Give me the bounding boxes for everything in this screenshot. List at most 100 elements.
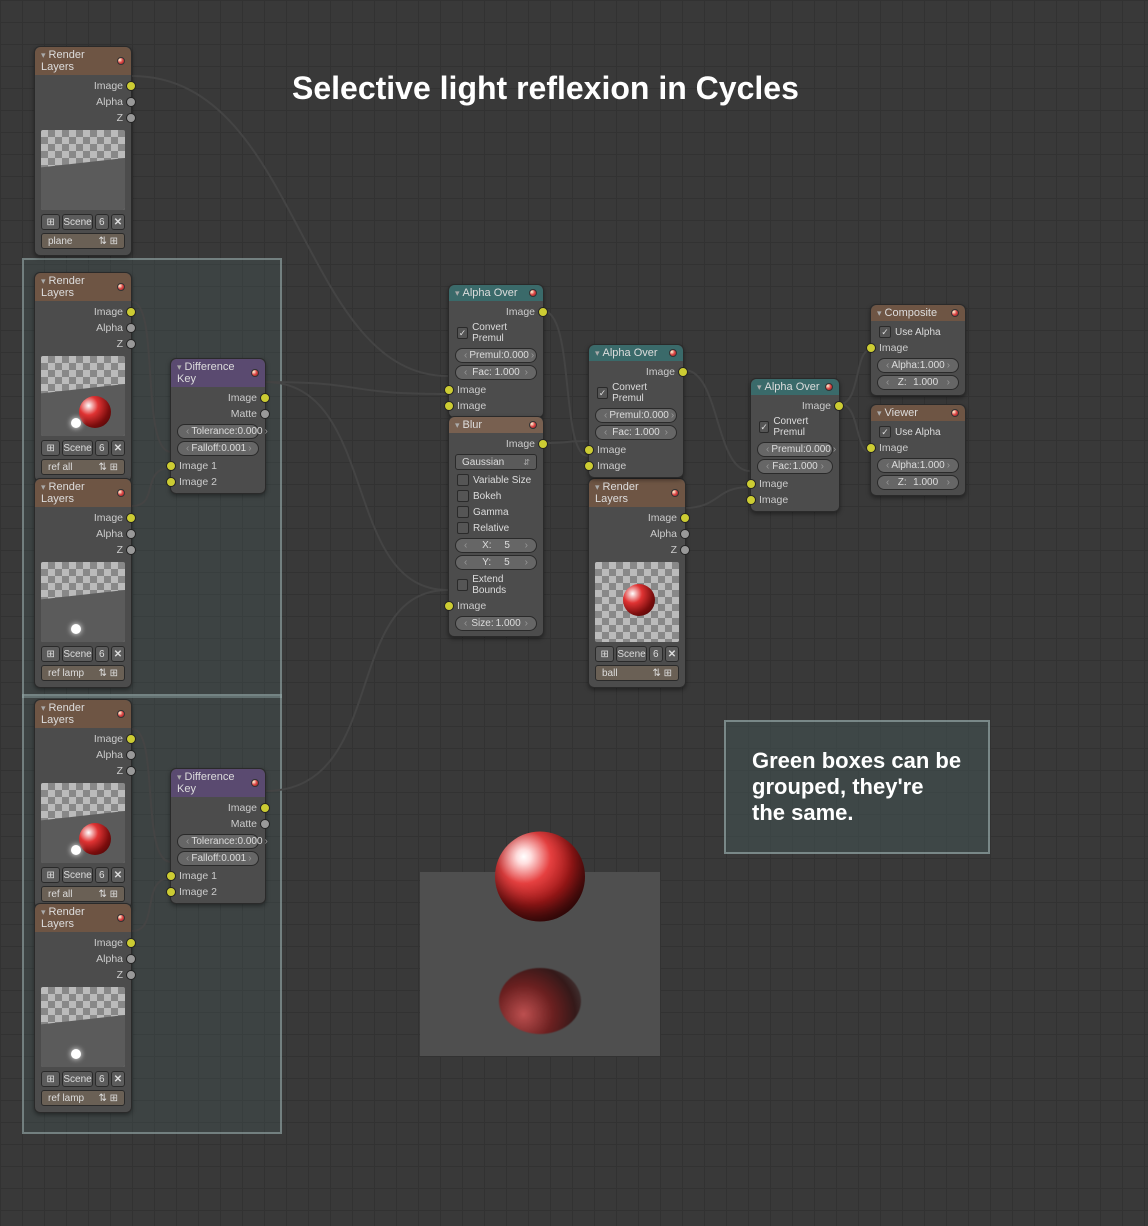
layer-select[interactable]: ball⇅ ⊞ [595,665,679,681]
checkbox-convert-premul[interactable] [597,387,608,399]
socket-matte-out[interactable] [260,819,270,829]
alpha-field[interactable]: Alpha:1.000 [877,458,959,473]
node-header[interactable]: ▾Alpha Over [589,345,683,361]
socket-image-in-1[interactable] [444,385,454,395]
socket-alpha-out[interactable] [680,529,690,539]
socket-z-out[interactable] [126,545,136,555]
socket-image-in-2[interactable] [746,495,756,505]
checkbox-bokeh[interactable] [457,490,469,502]
socket-image-out[interactable] [126,81,136,91]
socket-image-out[interactable] [126,938,136,948]
node-alpha-over-3[interactable]: ▾Alpha Over Image Convert Premul Premul:… [750,378,840,512]
socket-image1-in[interactable] [166,871,176,881]
socket-image-out[interactable] [126,734,136,744]
scene-browse-icon[interactable]: ⊞ [41,867,60,883]
fac-field[interactable]: Fac:1.000 [595,425,677,440]
z-field[interactable]: Z:1.000 [877,475,959,490]
blur-type-select[interactable]: Gaussian⇵ [455,454,537,470]
unlink-icon[interactable]: ✕ [111,1071,125,1087]
node-header[interactable]: ▾Alpha Over [751,379,839,395]
layer-select[interactable]: ref all⇅ ⊞ [41,886,125,902]
socket-image-in-2[interactable] [584,461,594,471]
tolerance-field[interactable]: Tolerance:0.000 [177,834,259,849]
blur-y-field[interactable]: Y:5 [455,555,537,570]
checkbox-use-alpha[interactable] [879,426,891,438]
checkbox-convert-premul[interactable] [759,421,769,433]
node-header[interactable]: ▾Difference Key [171,359,265,387]
node-header[interactable]: ▾Composite [871,305,965,321]
z-field[interactable]: Z:1.000 [877,375,959,390]
node-header[interactable]: ▾Render Layers [35,47,131,75]
node-blur[interactable]: ▾Blur Image Gaussian⇵ Variable Size Boke… [448,416,544,637]
socket-image-out[interactable] [126,513,136,523]
socket-alpha-out[interactable] [126,750,136,760]
socket-image-in[interactable] [444,601,454,611]
socket-alpha-out[interactable] [126,97,136,107]
tolerance-field[interactable]: Tolerance:0.000 [177,424,259,439]
socket-image2-in[interactable] [166,887,176,897]
checkbox-variable-size[interactable] [457,474,469,486]
socket-image-out[interactable] [538,307,548,317]
socket-z-out[interactable] [126,766,136,776]
checkbox-relative[interactable] [457,522,469,534]
node-viewer[interactable]: ▾Viewer Use Alpha Image Alpha:1.000 Z:1.… [870,404,966,496]
socket-image-in-2[interactable] [444,401,454,411]
socket-z-out[interactable] [126,970,136,980]
node-composite[interactable]: ▾Composite Use Alpha Image Alpha:1.000 Z… [870,304,966,396]
unlink-icon[interactable]: ✕ [665,646,679,662]
socket-image-in-1[interactable] [584,445,594,455]
socket-image-out[interactable] [678,367,688,377]
fac-field[interactable]: Fac:1.000 [757,459,833,474]
premul-field[interactable]: Premul:0.000 [455,348,537,363]
socket-image1-in[interactable] [166,461,176,471]
node-header[interactable]: ▾Viewer [871,405,965,421]
fac-field[interactable]: Fac:1.000 [455,365,537,380]
node-render-layers-reflamp-1[interactable]: ▾Render Layers Image Alpha Z ⊞Scene6✕ re… [34,478,132,688]
node-render-layers-plane[interactable]: ▾Render Layers Image Alpha Z ⊞Scene6✕ pl… [34,46,132,256]
layer-select[interactable]: ref all⇅ ⊞ [41,459,125,475]
socket-image-in[interactable] [866,343,876,353]
layer-select[interactable]: plane⇅ ⊞ [41,233,125,249]
layer-select[interactable]: ref lamp⇅ ⊞ [41,1090,125,1106]
checkbox-use-alpha[interactable] [879,326,891,338]
falloff-field[interactable]: Falloff:0.001 [177,441,259,456]
unlink-icon[interactable]: ✕ [111,646,125,662]
socket-image-in[interactable] [866,443,876,453]
node-header[interactable]: ▾Alpha Over [449,285,543,301]
scene-browse-icon[interactable]: ⊞ [41,440,60,456]
scene-browse-icon[interactable]: ⊞ [41,646,60,662]
socket-z-out[interactable] [680,545,690,555]
socket-matte-out[interactable] [260,409,270,419]
socket-alpha-out[interactable] [126,954,136,964]
checkbox-convert-premul[interactable] [457,327,468,339]
socket-image-out[interactable] [834,401,844,411]
node-difference-key-1[interactable]: ▾Difference Key Image Matte Tolerance:0.… [170,358,266,494]
node-header[interactable]: ▾Render Layers [35,700,131,728]
node-header[interactable]: ▾Difference Key [171,769,265,797]
layer-select[interactable]: ref lamp⇅ ⊞ [41,665,125,681]
socket-image-out[interactable] [260,393,270,403]
checkbox-extend-bounds[interactable] [457,579,468,591]
node-render-layers-refall-2[interactable]: ▾Render Layers Image Alpha Z ⊞Scene6✕ re… [34,699,132,909]
socket-z-out[interactable] [126,113,136,123]
premul-field[interactable]: Premul:0.000 [595,408,677,423]
socket-image2-in[interactable] [166,477,176,487]
socket-image-out[interactable] [538,439,548,449]
blur-size-field[interactable]: Size:1.000 [455,616,537,631]
socket-image-out[interactable] [126,307,136,317]
node-alpha-over-1[interactable]: ▾Alpha Over Image Convert Premul Premul:… [448,284,544,418]
blur-x-field[interactable]: X:5 [455,538,537,553]
node-render-layers-refall-1[interactable]: ▾Render Layers Image Alpha Z ⊞Scene6✕ re… [34,272,132,482]
node-difference-key-2[interactable]: ▾Difference Key Image Matte Tolerance:0.… [170,768,266,904]
node-header[interactable]: ▾Render Layers [589,479,685,507]
scene-browse-icon[interactable]: ⊞ [595,646,614,662]
node-header[interactable]: ▾Render Layers [35,273,131,301]
socket-image-in-1[interactable] [746,479,756,489]
node-header[interactable]: ▾Render Layers [35,904,131,932]
unlink-icon[interactable]: ✕ [111,214,125,230]
node-header[interactable]: ▾Render Layers [35,479,131,507]
node-alpha-over-2[interactable]: ▾Alpha Over Image Convert Premul Premul:… [588,344,684,478]
socket-image-out[interactable] [260,803,270,813]
node-render-layers-ball[interactable]: ▾Render Layers Image Alpha Z ⊞Scene6✕ ba… [588,478,686,688]
node-render-layers-reflamp-2[interactable]: ▾Render Layers Image Alpha Z ⊞Scene6✕ re… [34,903,132,1113]
